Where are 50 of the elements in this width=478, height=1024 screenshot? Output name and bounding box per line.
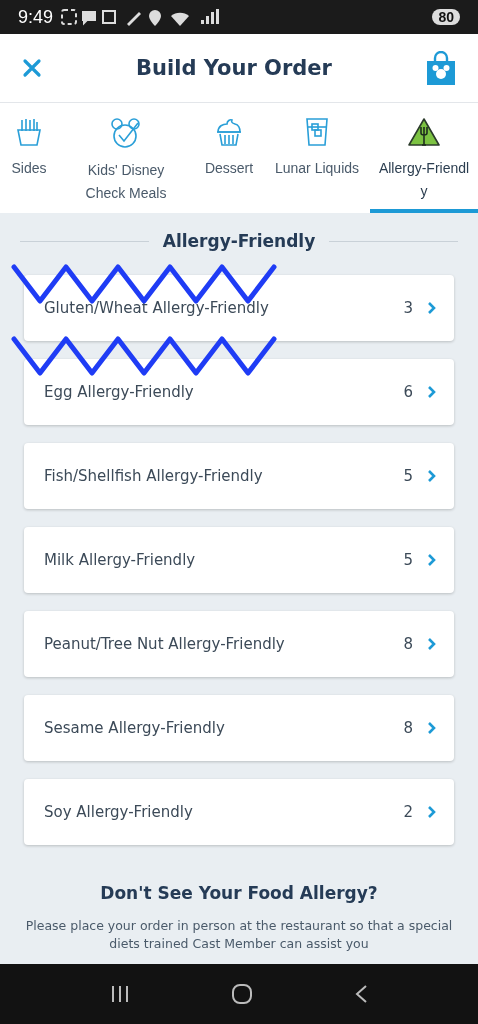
back-icon[interactable] xyxy=(353,984,368,1004)
category-tab[interactable]: Sides xyxy=(0,103,58,213)
chevron-right-icon xyxy=(427,385,436,399)
close-icon[interactable] xyxy=(22,58,42,78)
chevron-right-icon xyxy=(427,637,436,651)
chevron-right-icon xyxy=(427,301,436,315)
allergy-category-row[interactable]: Gluten/Wheat Allergy-Friendly 3 xyxy=(24,275,454,341)
allergy-category-row[interactable]: Fish/Shellfish Allergy-Friendly 5 xyxy=(24,443,454,509)
category-name: Peanut/Tree Nut Allergy-Friendly xyxy=(44,635,286,653)
allergy-icon xyxy=(408,117,440,147)
item-count: 6 xyxy=(403,383,413,401)
item-count: 5 xyxy=(403,467,413,485)
notification-icons xyxy=(61,8,118,26)
category-tab[interactable]: Lunar Liquids xyxy=(264,103,370,213)
allergy-category-row[interactable]: Peanut/Tree Nut Allergy-Friendly 8 xyxy=(24,611,454,677)
page-title: Build Your Order xyxy=(136,56,332,80)
battery-level: 80 xyxy=(432,9,460,25)
status-time: 9:49 xyxy=(18,6,54,28)
chevron-right-icon xyxy=(427,805,436,819)
home-icon[interactable] xyxy=(231,983,253,1005)
category-name: Sesame Allergy-Friendly xyxy=(44,719,226,737)
allergy-category-row[interactable]: Sesame Allergy-Friendly 8 xyxy=(24,695,454,761)
category-name: Fish/Shellfish Allergy-Friendly xyxy=(44,467,264,485)
category-name: Milk Allergy-Friendly xyxy=(44,551,197,569)
item-count: 8 xyxy=(403,719,413,737)
footer-title: Don't See Your Food Allergy? xyxy=(99,883,379,903)
item-count: 2 xyxy=(403,803,413,821)
section-title: Allergy-Friendly xyxy=(162,231,316,251)
chevron-right-icon xyxy=(427,553,436,567)
category-tab[interactable]: Dessert xyxy=(194,103,264,213)
category-tab[interactable]: Allergy-Friendly xyxy=(370,103,478,213)
shopping-bag-icon[interactable] xyxy=(426,51,456,85)
category-name: Soy Allergy-Friendly xyxy=(44,803,194,821)
drink-icon xyxy=(305,117,329,147)
check-icon xyxy=(110,117,142,149)
item-count: 8 xyxy=(403,635,413,653)
category-name: Egg Allergy-Friendly xyxy=(44,383,195,401)
category-name: Gluten/Wheat Allergy-Friendly xyxy=(44,299,270,317)
recent-apps-icon[interactable] xyxy=(110,985,131,1003)
chevron-right-icon xyxy=(427,721,436,735)
footer-text: Please place your order in person at the restaurant so that a special diets trained Cast Member can assist you xyxy=(24,917,454,953)
fries-icon xyxy=(16,117,42,147)
allergy-category-row[interactable]: Soy Allergy-Friendly 2 xyxy=(24,779,454,845)
category-tab[interactable]: Kids' Disney Check Meals xyxy=(58,103,194,213)
item-count: 3 xyxy=(403,299,413,317)
allergy-category-row[interactable]: Milk Allergy-Friendly 5 xyxy=(24,527,454,593)
item-count: 5 xyxy=(403,551,413,569)
allergy-category-row[interactable]: Egg Allergy-Friendly 6 xyxy=(24,359,454,425)
chevron-right-icon xyxy=(427,469,436,483)
cupcake-icon xyxy=(214,117,244,147)
